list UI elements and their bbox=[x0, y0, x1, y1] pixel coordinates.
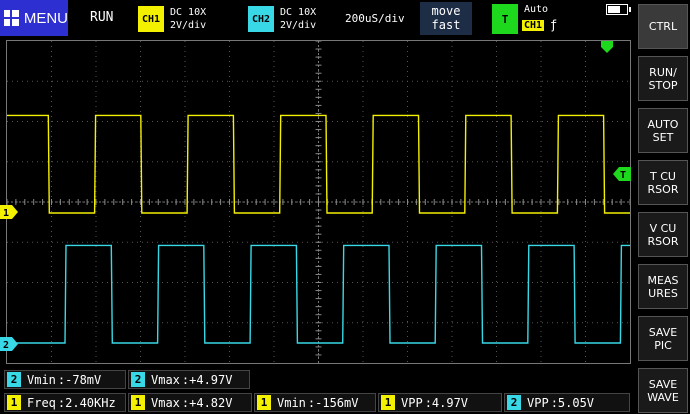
measurement-value: :-156mV bbox=[307, 395, 359, 410]
measurement-ch2-vmin[interactable]: 2 Vmin:-78mV bbox=[4, 370, 126, 389]
scope-plot bbox=[7, 41, 630, 363]
measurement-channel-tag: 1 bbox=[131, 395, 145, 410]
move-speed-button[interactable]: move fast bbox=[420, 2, 472, 35]
run-status[interactable]: RUN bbox=[90, 10, 113, 25]
measurement-value: :+4.97V bbox=[181, 372, 233, 387]
measurement-name: VPP bbox=[527, 395, 549, 410]
measurement-value: :5.05V bbox=[550, 395, 595, 410]
measurement-channel-tag: 1 bbox=[381, 395, 395, 410]
measurement-ch1-vmax[interactable]: 1 Vmax:+4.82V bbox=[128, 393, 252, 412]
ch1-settings[interactable]: DC 10X 2V/div bbox=[170, 6, 206, 32]
move-line1: move bbox=[431, 4, 461, 18]
measurement-ch1-vmin[interactable]: 1 Vmin:-156mV bbox=[254, 393, 376, 412]
measurement-value: :4.97V bbox=[424, 395, 469, 410]
menu-label: MENU bbox=[23, 9, 68, 27]
trigger-position-marker[interactable] bbox=[601, 41, 613, 53]
timebase-value[interactable]: 200uS/div bbox=[345, 12, 405, 25]
measurement-channel-tag: 2 bbox=[507, 395, 521, 410]
v-cursor-button[interactable]: V CU RSOR bbox=[638, 212, 688, 257]
measurement-value: :+4.82V bbox=[181, 395, 233, 410]
ch2-level-marker[interactable]: 2 bbox=[0, 337, 20, 351]
measurement-channel-tag: 2 bbox=[131, 372, 145, 387]
save-pic-button[interactable]: SAVE PIC bbox=[638, 316, 688, 361]
move-line2: fast bbox=[431, 18, 461, 32]
ch2-badge[interactable]: CH2 bbox=[248, 6, 274, 32]
measurement-name: Vmin bbox=[277, 395, 306, 410]
ch1-marker-label: 1 bbox=[3, 208, 9, 219]
save-wave-button[interactable]: SAVE WAVE bbox=[638, 368, 688, 413]
measurement-channel-tag: 1 bbox=[7, 395, 21, 410]
measurement-ch2-vpp[interactable]: 2 VPP:5.05V bbox=[504, 393, 630, 412]
trigger-badge[interactable]: T bbox=[492, 4, 518, 34]
menu-button[interactable]: MENU bbox=[0, 0, 68, 36]
measures-button[interactable]: MEAS URES bbox=[638, 264, 688, 309]
trigger-edge-icon: ƒ bbox=[550, 18, 558, 32]
waveform-display[interactable] bbox=[6, 40, 631, 364]
ch1-scale: 2V/div bbox=[170, 20, 207, 31]
ch1-badge[interactable]: CH1 bbox=[138, 6, 164, 32]
trigger-source[interactable]: CH1 bbox=[522, 20, 545, 31]
ch1-level-marker[interactable]: 1 bbox=[0, 205, 20, 219]
measurement-value: :2.40KHz bbox=[57, 395, 116, 410]
ch1-coupling: DC 10X bbox=[170, 7, 207, 18]
run-stop-button[interactable]: RUN/ STOP bbox=[638, 56, 688, 101]
measurement-ch1-freq[interactable]: 1 Freq:2.40KHz bbox=[4, 393, 126, 412]
trigger-mode[interactable]: Auto bbox=[524, 4, 548, 15]
measurement-value: :-78mV bbox=[57, 372, 102, 387]
ch2-settings[interactable]: DC 10X 2V/div bbox=[280, 6, 316, 32]
measurement-name: Vmax bbox=[151, 372, 180, 387]
trigger-marker-label: T bbox=[620, 170, 626, 181]
measurement-name: Freq bbox=[27, 395, 56, 410]
measurement-channel-tag: 1 bbox=[257, 395, 271, 410]
measurement-ch2-vmax[interactable]: 2 Vmax:+4.97V bbox=[128, 370, 250, 389]
trigger-level-marker[interactable]: T bbox=[611, 167, 631, 181]
ch2-scale: 2V/div bbox=[280, 20, 317, 31]
measurement-name: VPP bbox=[401, 395, 423, 410]
measurement-name: Vmin bbox=[27, 372, 56, 387]
measurement-name: Vmax bbox=[151, 395, 180, 410]
t-cursor-button[interactable]: T CU RSOR bbox=[638, 160, 688, 205]
ch2-coupling: DC 10X bbox=[280, 7, 317, 18]
battery-icon bbox=[606, 4, 631, 15]
menu-grid-icon bbox=[4, 10, 19, 26]
ch2-marker-label: 2 bbox=[3, 340, 9, 351]
ctrl-button[interactable]: CTRL bbox=[638, 4, 688, 49]
measurement-channel-tag: 2 bbox=[7, 372, 21, 387]
measurement-ch1-vpp[interactable]: 1 VPP:4.97V bbox=[378, 393, 502, 412]
auto-set-button[interactable]: AUTO SET bbox=[638, 108, 688, 153]
